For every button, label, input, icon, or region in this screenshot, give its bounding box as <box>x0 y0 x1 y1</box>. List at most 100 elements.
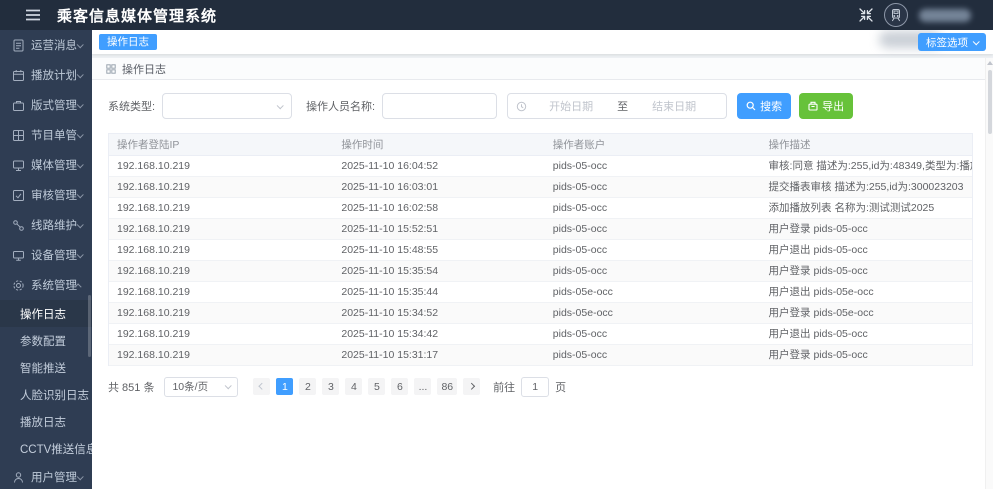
user-icon <box>12 471 25 484</box>
cell-desc: 用户退出 pids-05-occ <box>760 239 972 261</box>
chevron-down-icon <box>76 70 84 78</box>
sidebar-scrollbar-thumb[interactable] <box>88 295 91 357</box>
page-title: 操作日志 <box>122 63 166 76</box>
page-button[interactable]: 6 <box>391 378 409 395</box>
search-button-label: 搜索 <box>760 101 783 113</box>
cell-ip: 192.168.10.219 <box>109 176 334 198</box>
app-header: 乘客信息媒体管理系统 <box>0 0 993 30</box>
vertical-scrollbar[interactable] <box>985 58 993 489</box>
cell-time: 2025-11-10 15:34:42 <box>333 323 545 345</box>
sidebar-item-media-mgmt[interactable]: 媒体管理 <box>0 150 92 180</box>
sidebar-subitem[interactable]: 人脸识别日志 <box>0 381 92 408</box>
prev-page-button[interactable] <box>253 378 271 395</box>
export-button[interactable]: 导出 <box>799 93 854 119</box>
sidebar-subitem[interactable]: 参数配置 <box>0 327 92 354</box>
chevron-down-icon <box>76 190 84 198</box>
system-type-label: 系统类型: <box>108 101 156 113</box>
page-button[interactable]: 4 <box>345 378 363 395</box>
cell-desc: 用户登录 pids-05-occ <box>760 260 972 282</box>
page-button[interactable]: 3 <box>322 378 340 395</box>
page-button[interactable]: 1 <box>276 378 294 395</box>
cell-account: pids-05-occ <box>544 260 761 282</box>
page-button[interactable]: 86 <box>437 378 458 395</box>
sidebar-item-audit-mgmt[interactable]: 审核管理 <box>0 180 92 210</box>
cell-account: pids-05-occ <box>544 155 761 177</box>
export-box-icon <box>808 101 818 111</box>
cell-time: 2025-11-10 16:03:01 <box>333 176 545 198</box>
cell-ip: 192.168.10.219 <box>109 155 334 177</box>
sidebar-subitem[interactable]: 操作日志 <box>0 300 92 327</box>
search-button[interactable]: 搜索 <box>737 93 792 119</box>
sidebar-item-line-maintenance[interactable]: 线路维护 <box>0 210 92 240</box>
cell-ip: 192.168.10.219 <box>109 239 334 261</box>
cell-account: pids-05-occ <box>544 197 761 219</box>
sidebar-item-label: 审核管理 <box>31 190 77 202</box>
column-header-ip: 操作者登陆IP <box>109 134 334 156</box>
sidebar-item-play-plan[interactable]: 播放计划 <box>0 60 92 90</box>
cell-account: pids-05-occ <box>544 344 761 366</box>
log-table: 操作者登陆IP 操作时间 操作者账户 操作描述 192.168.10.219 2… <box>108 133 973 366</box>
hamburger-menu-icon[interactable] <box>26 9 40 21</box>
table-row: 192.168.10.219 2025-11-10 16:02:58 pids-… <box>109 197 972 219</box>
chevron-down-icon <box>276 101 284 109</box>
sidebar-item-device-mgmt[interactable]: 设备管理 <box>0 240 92 270</box>
chevron-down-icon <box>76 250 84 258</box>
tab-options-button[interactable]: 标签选项 <box>918 33 986 51</box>
page-button[interactable]: ... <box>414 378 432 395</box>
cell-time: 2025-11-10 16:02:58 <box>333 197 545 219</box>
cell-time: 2025-11-10 16:04:52 <box>333 155 545 177</box>
page-size-select[interactable]: 10条/页 <box>164 376 239 397</box>
system-type-select[interactable] <box>162 93 293 119</box>
sidebar-item-label: 播放计划 <box>31 70 77 82</box>
user-avatar[interactable] <box>884 3 908 27</box>
total-count: 共 851 条 <box>108 381 155 394</box>
date-range-picker[interactable]: 开始日期 至 结束日期 <box>507 93 728 119</box>
chevron-up-icon <box>74 282 82 290</box>
sidebar-subitem[interactable]: 智能推送 <box>0 354 92 381</box>
table-header-row: 操作者登陆IP 操作时间 操作者账户 操作描述 <box>109 134 972 156</box>
next-page-button[interactable] <box>463 378 481 395</box>
operator-name-input[interactable] <box>382 93 498 119</box>
cell-ip: 192.168.10.219 <box>109 281 334 303</box>
goto-page-input[interactable] <box>521 376 550 397</box>
fullscreen-toggle-icon[interactable] <box>859 8 873 22</box>
sidebar-item-system-mgmt[interactable]: 系统管理 <box>0 270 92 300</box>
page-button[interactable]: 2 <box>299 378 317 395</box>
cell-ip: 192.168.10.219 <box>109 197 334 219</box>
cell-ip: 192.168.10.219 <box>109 218 334 240</box>
table-row: 192.168.10.219 2025-11-10 16:04:52 pids-… <box>109 155 972 177</box>
cell-desc: 提交播表审核 描述为:255,id为:300023203 <box>760 176 972 198</box>
system-submenu: 操作日志 参数配置 智能推送 人脸识别日志 播放日志 CCTV推送信息 <box>0 300 92 462</box>
app-title: 乘客信息媒体管理系统 <box>57 7 218 25</box>
chevron-down-icon <box>76 40 84 48</box>
cell-time: 2025-11-10 15:35:54 <box>333 260 545 282</box>
main-panel: 操作日志 系统类型: 操作人员名称: 开始日期 至 结束日期 搜索 导出 操作者… <box>92 58 993 489</box>
tab-operation-log[interactable]: 操作日志 <box>99 34 157 50</box>
table-row: 192.168.10.219 2025-11-10 16:03:01 pids-… <box>109 176 972 198</box>
chevron-down-icon <box>972 37 980 45</box>
chevron-left-icon <box>258 383 266 390</box>
sidebar-item-user-mgmt[interactable]: 用户管理 <box>0 462 92 489</box>
sidebar-item-operation-message[interactable]: 运营消息 <box>0 30 92 60</box>
sidebar-item-label: 媒体管理 <box>31 160 77 172</box>
sidebar-item-program-mgmt[interactable]: 节目单管理 <box>0 120 92 150</box>
cell-ip: 192.168.10.219 <box>109 302 334 324</box>
cell-desc: 用户退出 pids-05-occ <box>760 323 972 345</box>
cell-account: pids-05e-occ <box>544 281 761 303</box>
scrollbar-thumb[interactable] <box>988 70 992 134</box>
sidebar-item-layout-mgmt[interactable]: 版式管理 <box>0 90 92 120</box>
calendar-icon <box>12 69 25 82</box>
table-row: 192.168.10.219 2025-11-10 15:35:54 pids-… <box>109 260 972 282</box>
cell-desc: 用户退出 pids-05e-occ <box>760 281 972 303</box>
cell-ip: 192.168.10.219 <box>109 344 334 366</box>
page-button[interactable]: 5 <box>368 378 386 395</box>
table-row: 192.168.10.219 2025-11-10 15:48:55 pids-… <box>109 239 972 261</box>
document-icon <box>12 39 25 52</box>
chevron-down-icon <box>76 472 84 480</box>
cell-desc: 审核:同意 描述为:255,id为:48349,类型为:播放列表 <box>760 155 972 177</box>
sidebar-nav: 运营消息 播放计划 版式管理 节目单管理 媒体管理 审核管理 <box>0 30 92 489</box>
sidebar-subitem[interactable]: CCTV推送信息 <box>0 435 92 462</box>
scrollbar-up-arrow[interactable] <box>986 61 993 65</box>
sidebar-subitem[interactable]: 播放日志 <box>0 408 92 435</box>
sidebar-item-label: 运营消息 <box>31 40 77 52</box>
